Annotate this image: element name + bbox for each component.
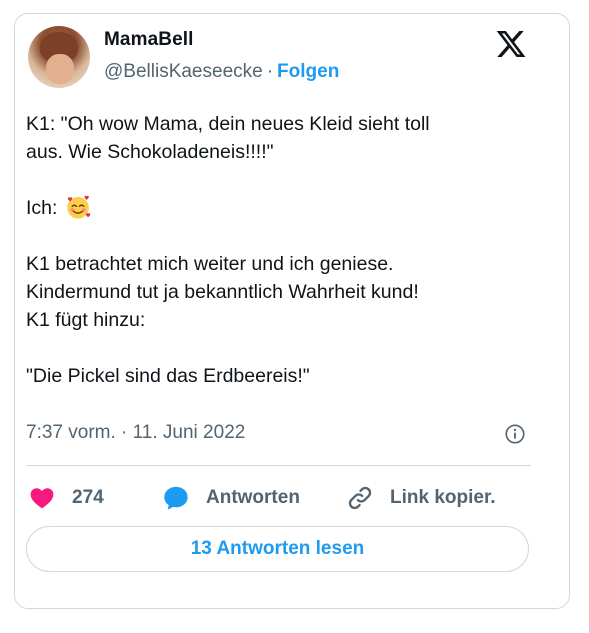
tweet-line: Ich: xyxy=(26,197,58,219)
author-handle[interactable]: @BellisKaeseecke xyxy=(104,61,263,82)
tweet-line: aus. Wie Schokoladeneis!!!!" xyxy=(26,141,274,163)
handle-separator: · xyxy=(266,61,274,82)
action-bar: 274 Antworten Link kopier. xyxy=(26,480,536,516)
link-icon xyxy=(348,486,372,510)
tweet-line: "Die Pickel sind das Erdbeereis!" xyxy=(26,365,310,387)
heart-icon xyxy=(30,488,54,509)
tweet-line: Kindermund tut ja bekanntlich Wahrheit k… xyxy=(26,281,419,303)
follow-button[interactable]: Folgen xyxy=(277,61,339,82)
like-button[interactable]: 274 xyxy=(28,480,104,516)
tweet-line: K1 betrachtet mich weiter und ich genies… xyxy=(26,253,394,275)
tweet-line: K1 fügt hinzu: xyxy=(26,309,146,331)
avatar[interactable] xyxy=(28,26,90,88)
speech-bubble-icon xyxy=(164,486,188,510)
divider xyxy=(26,465,531,466)
reply-button[interactable]: Antworten xyxy=(162,480,300,516)
copy-link-button[interactable]: Link kopier. xyxy=(346,480,496,516)
reply-label: Antworten xyxy=(206,487,300,508)
tweet-line: K1: "Oh wow Mama, dein neues Kleid sieht… xyxy=(26,113,430,135)
tweet-text: K1: "Oh wow Mama, dein neues Kleid sieht… xyxy=(26,110,536,390)
avatar-face xyxy=(46,54,74,84)
copy-link-label: Link kopier. xyxy=(390,487,496,508)
tweet-line-with-emoji: Ich: xyxy=(26,194,536,222)
author-handle-row: @BellisKaeseecke · Folgen xyxy=(104,61,339,83)
x-logo-icon[interactable] xyxy=(494,28,528,60)
author-name[interactable]: MamaBell xyxy=(104,29,194,51)
smiling-face-with-hearts-icon xyxy=(67,195,91,219)
tweet-timestamp[interactable]: 7:37 vorm. · 11. Juni 2022 xyxy=(26,422,245,444)
read-replies-button[interactable]: 13 Antworten lesen xyxy=(26,526,529,572)
info-icon[interactable] xyxy=(504,423,526,445)
like-count: 274 xyxy=(72,487,104,508)
